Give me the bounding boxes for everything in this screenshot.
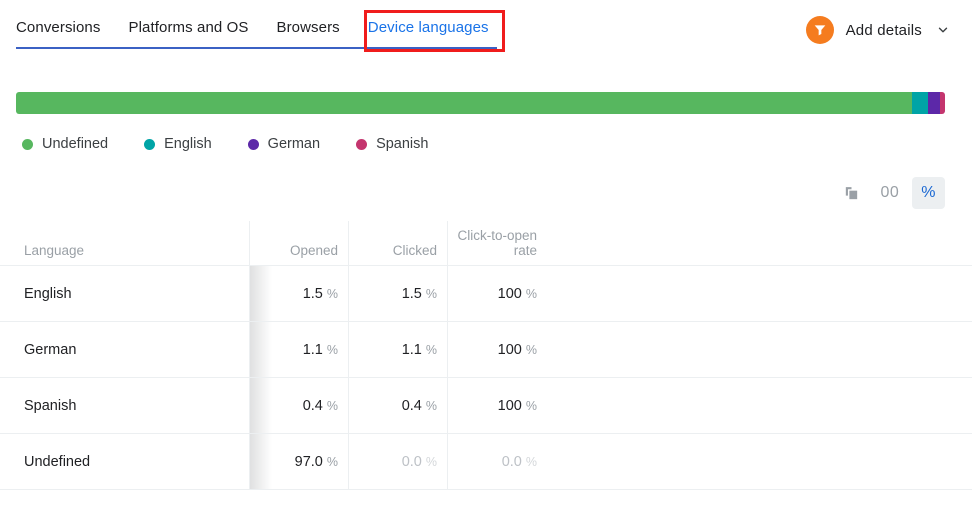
cell-opened-unit: % [326,342,338,357]
cell-language: English [0,266,250,321]
cell-clicked: 0.4 % [349,378,448,433]
cell-click-to-open-rate-value: 100 [497,397,522,414]
cell-click-to-open-rate-unit: % [525,454,537,469]
cell-language: Spanish [0,378,250,433]
add-details-label: Add details [845,21,922,39]
row-filler [547,266,972,321]
row-filler [547,434,972,489]
column-header-clicked[interactable]: Clicked [349,221,448,265]
bar-segment-english[interactable] [912,92,929,114]
cell-click-to-open-rate-unit: % [525,342,537,357]
cell-opened: 1.1 % [250,322,349,377]
unit-toggle-absolute[interactable]: 00 [871,177,908,209]
cell-clicked: 1.5 % [349,266,448,321]
cell-clicked-unit: % [425,454,437,469]
legend-dot-german [247,138,259,150]
device-languages-table: Language Opened Clicked Click-to-open ra… [0,221,972,490]
chart-legend: Undefined English German Spanish [22,136,972,152]
cell-click-to-open-rate: 100 % [448,378,547,433]
legend-item-undefined[interactable]: Undefined [22,136,108,152]
legend-label-spanish: Spanish [376,136,429,152]
cell-click-to-open-rate-value: 0.0 [501,453,522,470]
cell-click-to-open-rate-value: 100 [497,341,522,358]
table-row[interactable]: German 1.1 % 1.1 % 100 % [0,322,972,378]
cell-opened-value: 1.5 [302,285,323,302]
tab-conversions[interactable]: Conversions [16,18,114,38]
add-details-button[interactable]: Add details [805,16,952,44]
cell-click-to-open-rate: 100 % [448,266,547,321]
cell-opened: 1.5 % [250,266,349,321]
tab-platforms-and-os-label: Platforms and OS [128,19,249,36]
cell-click-to-open-rate-unit: % [525,286,537,301]
legend-dot-english [144,138,156,150]
cell-opened-unit: % [326,286,338,301]
tab-underline [16,47,497,49]
cell-opened: 97.0 % [250,434,349,489]
cell-clicked-value: 0.0 [401,453,422,470]
row-filler [547,322,972,377]
legend-item-german[interactable]: German [247,136,321,152]
copy-icon[interactable] [835,177,867,209]
column-header-language[interactable]: Language [0,221,250,265]
legend-label-german: German [267,136,321,152]
cell-opened-value: 1.1 [302,341,323,358]
chevron-down-icon [934,21,952,39]
funnel-icon [805,16,834,44]
cell-opened-value: 97.0 [294,453,323,470]
table-row[interactable]: Spanish 0.4 % 0.4 % 100 % [0,378,972,434]
cell-clicked-value: 1.1 [401,341,422,358]
table-header-row: Language Opened Clicked Click-to-open ra… [0,221,972,266]
cell-clicked-unit: % [425,342,437,357]
bar-segment-spanish[interactable] [940,92,945,114]
cell-clicked-unit: % [425,286,437,301]
tab-conversions-label: Conversions [16,19,101,36]
tab-browsers-label: Browsers [276,19,340,36]
tab-device-languages[interactable]: Device languages [368,18,503,38]
cell-clicked-value: 1.5 [401,285,422,302]
header-filler [547,221,972,265]
unit-toggle-percent[interactable]: % [912,177,945,209]
legend-label-english: English [164,136,212,152]
table-row[interactable]: Undefined 97.0 % 0.0 % 0.0 % [0,434,972,490]
legend-dot-spanish [356,138,368,150]
cell-click-to-open-rate-unit: % [525,398,537,413]
cell-opened-value: 0.4 [302,397,323,414]
cell-clicked: 0.0 % [349,434,448,489]
cell-opened-unit: % [326,454,338,469]
tab-bar: Conversions Platforms and OS Browsers De… [0,0,972,54]
legend-item-english[interactable]: English [144,136,212,152]
bar-segment-undefined[interactable] [16,92,913,114]
cell-clicked-unit: % [425,398,437,413]
row-filler [547,378,972,433]
column-header-click-to-open-rate[interactable]: Click-to-open rate [448,221,547,265]
cell-language: German [0,322,250,377]
cell-language: Undefined [0,434,250,489]
column-header-opened[interactable]: Opened [250,221,349,265]
legend-label-undefined: Undefined [42,136,109,152]
unit-toggle-toolbar: 00 % [0,177,945,209]
cell-click-to-open-rate: 0.0 % [448,434,547,489]
language-distribution-bar [16,92,945,114]
column-header-click-to-open-rate-label: Click-to-open rate [457,228,537,258]
cell-click-to-open-rate: 100 % [448,322,547,377]
cell-click-to-open-rate-value: 100 [497,285,522,302]
tab-device-languages-label: Device languages [367,19,489,36]
cell-opened-unit: % [326,398,338,413]
cell-clicked-value: 0.4 [401,397,422,414]
tab-browsers[interactable]: Browsers [276,18,353,38]
cell-clicked: 1.1 % [349,322,448,377]
table-row[interactable]: English 1.5 % 1.5 % 100 % [0,266,972,322]
legend-item-spanish[interactable]: Spanish [356,136,428,152]
cell-opened: 0.4 % [250,378,349,433]
bar-segment-german[interactable] [928,92,941,114]
tab-platforms-and-os[interactable]: Platforms and OS [128,18,262,38]
legend-dot-undefined [22,138,33,150]
